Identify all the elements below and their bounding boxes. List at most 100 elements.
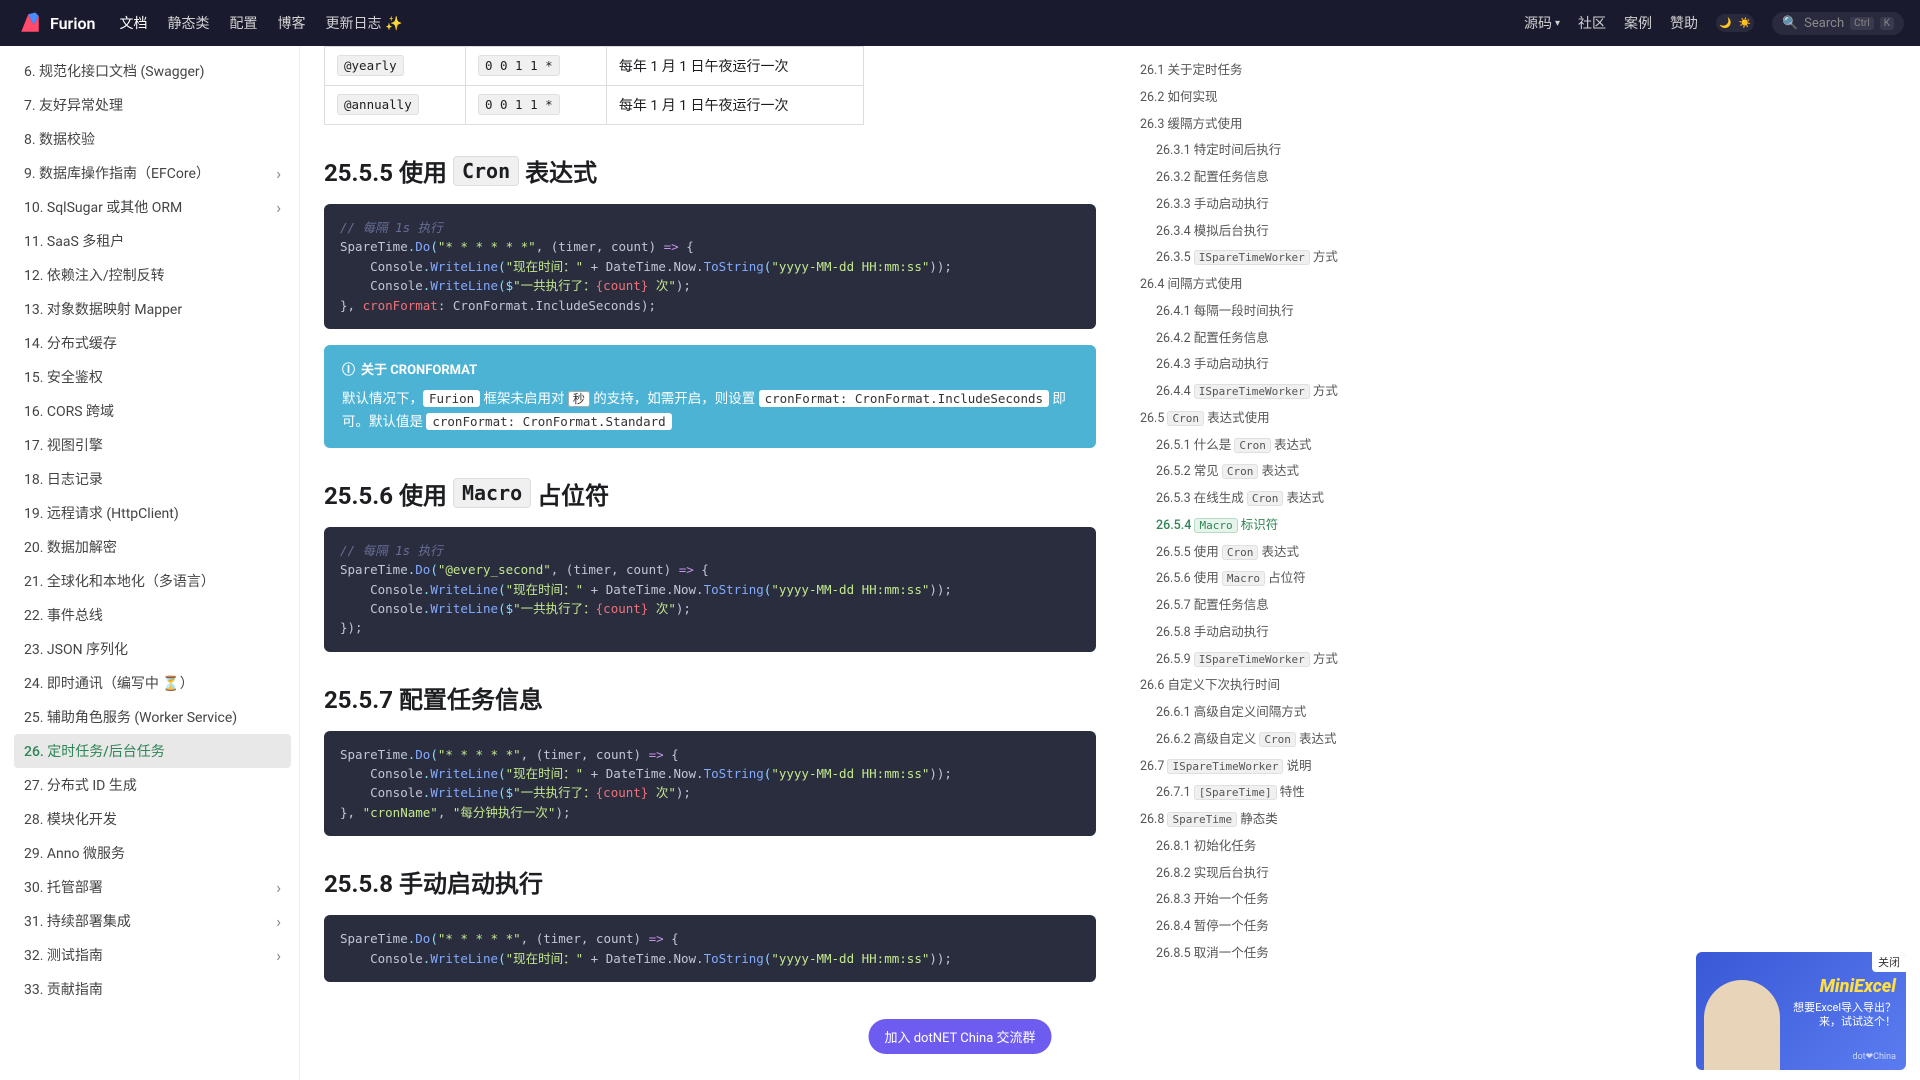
sidebar-item-label: 31. 持续部署集成 xyxy=(24,911,131,931)
search-placeholder: Search xyxy=(1804,16,1844,31)
sidebar-item-label: 22. 事件总线 xyxy=(24,605,103,625)
toc-item[interactable]: 26.8.4 暂停一个任务 xyxy=(1136,914,1422,941)
toc-item[interactable]: 26.8.5 取消一个任务 xyxy=(1136,941,1422,968)
sidebar-item[interactable]: 6. 规范化接口文档 (Swagger) xyxy=(14,54,291,88)
search-input[interactable]: 🔍 Search Ctrl K xyxy=(1772,12,1904,35)
toc-item[interactable]: 26.8.1 初始化任务 xyxy=(1136,834,1422,861)
sidebar-item[interactable]: 17. 视图引擎 xyxy=(14,428,291,462)
sidebar-item-label: 20. 数据加解密 xyxy=(24,537,117,557)
sidebar-item[interactable]: 23. JSON 序列化 xyxy=(14,632,291,666)
toc-item[interactable]: 26.4 间隔方式使用 xyxy=(1136,272,1422,299)
sidebar-item[interactable]: 25. 辅助角色服务 (Worker Service) xyxy=(14,700,291,734)
nav-right-link[interactable]: 案例 xyxy=(1624,13,1652,33)
toc-item[interactable]: 26.5.2 常见 Cron 表达式 xyxy=(1136,459,1422,486)
nav-link[interactable]: 配置 xyxy=(229,13,257,33)
nav-link[interactable]: 博客 xyxy=(277,13,305,33)
sidebar-item[interactable]: 10. SqlSugar 或其他 ORM› xyxy=(14,190,291,224)
sidebar-item-label: 12. 依赖注入/控制反转 xyxy=(24,265,165,285)
sidebar-item[interactable]: 9. 数据库操作指南（EFCore）› xyxy=(14,156,291,190)
heading-25-5-8: 25.5.8 手动启动执行 xyxy=(324,864,1096,899)
main-content: @yearly0 0 1 1 *每年 1 月 1 日午夜运行一次@annuall… xyxy=(300,46,1120,1080)
chevron-right-icon: › xyxy=(276,946,281,965)
kbd-ctrl: Ctrl xyxy=(1850,17,1874,30)
navbar-links: 文档静态类配置博客更新日志 ✨ xyxy=(119,13,1523,33)
sidebar-item-label: 8. 数据校验 xyxy=(24,129,95,149)
sidebar: 6. 规范化接口文档 (Swagger) 7. 友好异常处理 8. 数据校验 9. 数… xyxy=(0,46,300,1080)
chevron-right-icon: › xyxy=(276,878,281,897)
sidebar-item[interactable]: 8. 数据校验 xyxy=(14,122,291,156)
brand-logo[interactable]: Furion xyxy=(16,9,95,37)
sidebar-item-label: 10. SqlSugar 或其他 ORM xyxy=(24,197,182,217)
sidebar-item[interactable]: 7. 友好异常处理 xyxy=(14,88,291,122)
sidebar-item-label: 17. 视图引擎 xyxy=(24,435,103,455)
toc-item[interactable]: 26.8.2 实现后台执行 xyxy=(1136,861,1422,888)
toc-item[interactable]: 26.8 SpareTime 静态类 xyxy=(1136,807,1422,834)
nav-link[interactable]: 更新日志 ✨ xyxy=(325,13,402,33)
sidebar-item[interactable]: 26. 定时任务/后台任务 xyxy=(14,734,291,768)
sidebar-item[interactable]: 28. 模块化开发 xyxy=(14,802,291,836)
toc-item[interactable]: 26.3 缓隔方式使用 xyxy=(1136,112,1422,139)
table-row: @yearly0 0 1 1 *每年 1 月 1 日午夜运行一次 xyxy=(325,47,864,86)
sidebar-item[interactable]: 27. 分布式 ID 生成 xyxy=(14,768,291,802)
toc-item[interactable]: 26.5.7 配置任务信息 xyxy=(1136,593,1422,620)
sidebar-item[interactable]: 14. 分布式缓存 xyxy=(14,326,291,360)
nav-link[interactable]: 静态类 xyxy=(167,13,209,33)
sidebar-item-label: 24. 即时通讯（编写中 ⏳） xyxy=(24,673,194,693)
toc-item[interactable]: 26.5.5 使用 Cron 表达式 xyxy=(1136,540,1422,567)
nav-right-link[interactable]: 社区 xyxy=(1578,13,1606,33)
toc-item[interactable]: 26.5 Cron 表达式使用 xyxy=(1136,406,1422,433)
toc-item[interactable]: 26.4.1 每隔一段时间执行 xyxy=(1136,299,1422,326)
toc-item[interactable]: 26.8.3 开始一个任务 xyxy=(1136,887,1422,914)
sidebar-item[interactable]: 30. 托管部署› xyxy=(14,870,291,904)
toc-item[interactable]: 26.6.1 高级自定义间隔方式 xyxy=(1136,700,1422,727)
sidebar-item-label: 15. 安全鉴权 xyxy=(24,367,103,387)
admon-title: ⓘ关于 CRONFORMAT xyxy=(342,359,1078,378)
toc-item[interactable]: 26.6.2 高级自定义 Cron 表达式 xyxy=(1136,727,1422,754)
toc-item[interactable]: 26.2 如何实现 xyxy=(1136,85,1422,112)
promo-close-button[interactable]: 关闭 xyxy=(1872,952,1906,972)
sidebar-item[interactable]: 32. 测试指南› xyxy=(14,938,291,972)
nav-link[interactable]: 文档 xyxy=(119,13,147,33)
nav-right-link[interactable]: 源码 xyxy=(1524,13,1560,33)
sidebar-item[interactable]: 29. Anno 微服务 xyxy=(14,836,291,870)
toc-item[interactable]: 26.4.4 ISpareTimeWorker 方式 xyxy=(1136,379,1422,406)
toc-item[interactable]: 26.5.3 在线生成 Cron 表达式 xyxy=(1136,486,1422,513)
toc-item[interactable]: 26.5.6 使用 Macro 占位符 xyxy=(1136,566,1422,593)
toc-item[interactable]: 26.3.4 模拟后台执行 xyxy=(1136,219,1422,246)
sidebar-item[interactable]: 22. 事件总线 xyxy=(14,598,291,632)
nav-right-link[interactable]: 赞助 xyxy=(1670,13,1698,33)
toc-item[interactable]: 26.3.5 ISpareTimeWorker 方式 xyxy=(1136,245,1422,272)
navbar-right: 源码 社区 案例 赞助 🌙☀️ 🔍 Search Ctrl K xyxy=(1524,12,1904,35)
toc-item[interactable]: 26.3.3 手动启动执行 xyxy=(1136,192,1422,219)
sidebar-item[interactable]: 13. 对象数据映射 Mapper xyxy=(14,292,291,326)
admonition-cronformat: ⓘ关于 CRONFORMAT 默认情况下，Furion 框架未启用对 秒 的支持… xyxy=(324,345,1096,448)
sidebar-item[interactable]: 18. 日志记录 xyxy=(14,462,291,496)
toc-item[interactable]: 26.1 关于定时任务 xyxy=(1136,58,1422,85)
promo-card[interactable]: 关闭 MiniExcel 想要Excel导入导出？来，试试这个！ dot❤Chi… xyxy=(1696,952,1906,1070)
toc-item[interactable]: 26.3.2 配置任务信息 xyxy=(1136,165,1422,192)
toc-item[interactable]: 26.5.4 Macro 标识符 xyxy=(1136,513,1422,540)
sidebar-item[interactable]: 16. CORS 跨域 xyxy=(14,394,291,428)
sidebar-item[interactable]: 20. 数据加解密 xyxy=(14,530,291,564)
join-group-button[interactable]: 加入 dotNET China 交流群 xyxy=(869,1019,1052,1054)
toc-item[interactable]: 26.5.1 什么是 Cron 表达式 xyxy=(1136,433,1422,460)
sidebar-item[interactable]: 24. 即时通讯（编写中 ⏳） xyxy=(14,666,291,700)
sidebar-item[interactable]: 11. SaaS 多租户 xyxy=(14,224,291,258)
toc-item[interactable]: 26.4.3 手动启动执行 xyxy=(1136,352,1422,379)
sidebar-item[interactable]: 31. 持续部署集成› xyxy=(14,904,291,938)
sidebar-item[interactable]: 19. 远程请求 (HttpClient) xyxy=(14,496,291,530)
toc-item[interactable]: 26.6 自定义下次执行时间 xyxy=(1136,673,1422,700)
sidebar-item[interactable]: 12. 依赖注入/控制反转 xyxy=(14,258,291,292)
sidebar-item-label: 25. 辅助角色服务 (Worker Service) xyxy=(24,707,237,727)
sidebar-item[interactable]: 21. 全球化和本地化（多语言） xyxy=(14,564,291,598)
toc-item[interactable]: 26.5.9 ISpareTimeWorker 方式 xyxy=(1136,647,1422,674)
toc-item[interactable]: 26.7.1 [SpareTime] 特性 xyxy=(1136,780,1422,807)
toc-item[interactable]: 26.3.1 特定时间后执行 xyxy=(1136,138,1422,165)
sidebar-item[interactable]: 33. 贡献指南 xyxy=(14,972,291,1006)
theme-toggle[interactable]: 🌙☀️ xyxy=(1716,14,1754,32)
toc-item[interactable]: 26.4.2 配置任务信息 xyxy=(1136,326,1422,353)
sidebar-item-label: 6. 规范化接口文档 (Swagger) xyxy=(24,61,205,81)
toc-item[interactable]: 26.7 ISpareTimeWorker 说明 xyxy=(1136,754,1422,781)
sidebar-item[interactable]: 15. 安全鉴权 xyxy=(14,360,291,394)
toc-item[interactable]: 26.5.8 手动启动执行 xyxy=(1136,620,1422,647)
